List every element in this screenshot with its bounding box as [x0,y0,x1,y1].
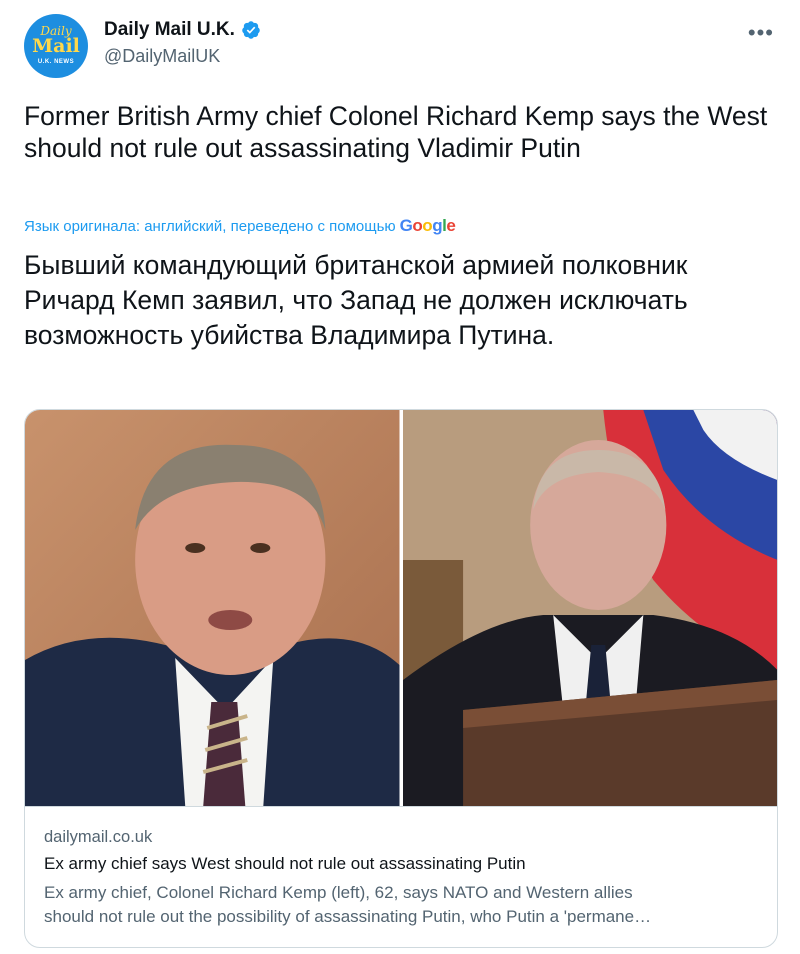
link-card-description-line: Ex army chief, Colonel Richard Kemp (lef… [44,883,633,902]
tweet-original-text: Former British Army chief Colonel Richar… [24,101,768,163]
link-card-description-line: should not rule out the possibility of a… [44,907,652,926]
photo-richard-kemp [25,410,400,806]
link-card-description: Ex army chief, Colonel Richard Kemp (lef… [44,881,756,929]
author-handle[interactable]: @DailyMailUK [104,46,220,67]
avatar-logo-uk: U.K. NEWS [37,59,75,65]
photo-vladimir-putin [402,410,777,806]
translation-note[interactable]: Язык оригинала: английский, переведено с… [24,216,456,236]
author-name-row: Daily Mail U.K. [104,19,261,41]
link-card[interactable]: dailymail.co.uk Ex army chief says West … [24,409,778,948]
more-options-icon[interactable]: ••• [748,20,774,46]
avatar-logo-mail: Mail [32,35,80,57]
tweet-translated-text: Бывший командующий британской армией пол… [24,250,688,350]
google-logo: Google [399,216,456,235]
link-card-title: Ex army chief says West should not rule … [44,854,526,873]
translation-note-text: Язык оригинала: английский, переведено с… [24,217,396,235]
verified-badge-icon [242,21,260,39]
link-card-domain: dailymail.co.uk [44,828,153,846]
link-card-images [25,410,777,807]
avatar[interactable]: Daily Mail U.K. NEWS [24,14,88,78]
author-display-name[interactable]: Daily Mail U.K. [104,19,235,41]
